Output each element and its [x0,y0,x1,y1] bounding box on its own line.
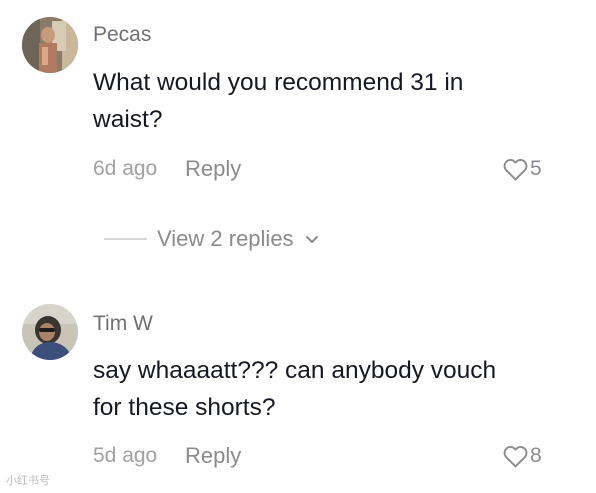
comment-timestamp: 5d ago [93,444,158,467]
reply-button[interactable]: Reply [185,443,241,469]
person-photo-icon [22,304,78,360]
like-count: 8 [530,444,542,467]
watermark: 小红书号 [6,475,50,487]
comment-item: Tim W say whaaaatt??? can anybody vouch … [0,0,596,493]
heart-outline-icon [503,445,528,467]
comment-text-line: for these shorts? [93,394,276,421]
comment-username[interactable]: Tim W [93,312,153,336]
comment-text-line: say whaaaatt??? can anybody vouch [93,357,497,384]
comment-text: say whaaaatt??? can anybody vouch for th… [93,352,563,426]
like-button[interactable]: 8 [503,442,542,470]
avatar[interactable] [22,304,78,360]
